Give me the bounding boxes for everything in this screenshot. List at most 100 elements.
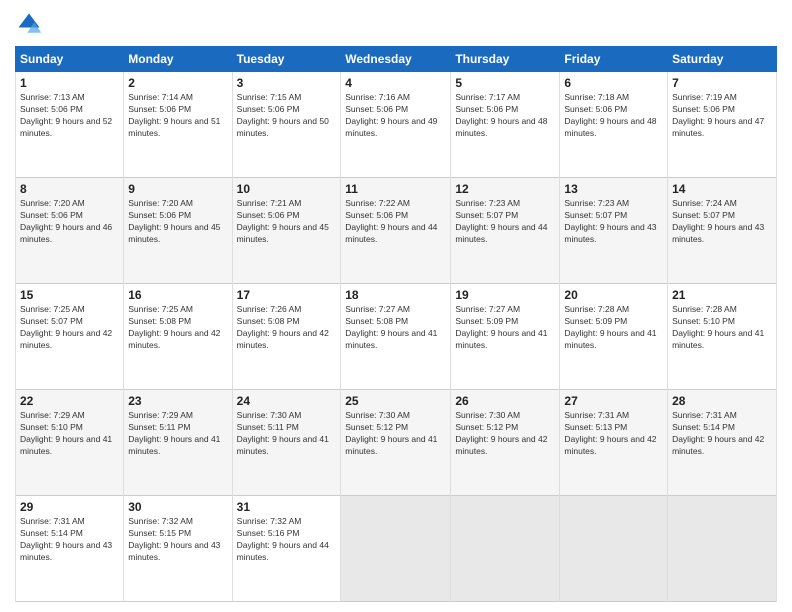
day-info: Sunrise: 7:23 AM Sunset: 5:07 PM Dayligh… xyxy=(564,198,663,246)
day-number: 12 xyxy=(455,182,555,196)
day-number: 7 xyxy=(672,76,772,90)
day-number: 20 xyxy=(564,288,663,302)
day-cell: 5 Sunrise: 7:17 AM Sunset: 5:06 PM Dayli… xyxy=(451,72,560,178)
day-cell xyxy=(668,496,777,602)
calendar: SundayMondayTuesdayWednesdayThursdayFrid… xyxy=(15,46,777,602)
logo xyxy=(15,10,47,38)
day-number: 10 xyxy=(237,182,337,196)
day-info: Sunrise: 7:28 AM Sunset: 5:10 PM Dayligh… xyxy=(672,304,772,352)
day-info: Sunrise: 7:31 AM Sunset: 5:14 PM Dayligh… xyxy=(20,516,119,564)
header-cell-sunday: Sunday xyxy=(16,47,124,72)
header-cell-friday: Friday xyxy=(560,47,668,72)
day-info: Sunrise: 7:23 AM Sunset: 5:07 PM Dayligh… xyxy=(455,198,555,246)
day-cell: 13 Sunrise: 7:23 AM Sunset: 5:07 PM Dayl… xyxy=(560,178,668,284)
week-row-3: 15 Sunrise: 7:25 AM Sunset: 5:07 PM Dayl… xyxy=(16,284,777,390)
day-info: Sunrise: 7:31 AM Sunset: 5:14 PM Dayligh… xyxy=(672,410,772,458)
day-info: Sunrise: 7:32 AM Sunset: 5:15 PM Dayligh… xyxy=(128,516,227,564)
day-info: Sunrise: 7:13 AM Sunset: 5:06 PM Dayligh… xyxy=(20,92,119,140)
day-cell: 1 Sunrise: 7:13 AM Sunset: 5:06 PM Dayli… xyxy=(16,72,124,178)
header-cell-thursday: Thursday xyxy=(451,47,560,72)
day-info: Sunrise: 7:22 AM Sunset: 5:06 PM Dayligh… xyxy=(345,198,446,246)
day-number: 23 xyxy=(128,394,227,408)
calendar-body: 1 Sunrise: 7:13 AM Sunset: 5:06 PM Dayli… xyxy=(16,72,777,602)
day-number: 1 xyxy=(20,76,119,90)
day-cell: 16 Sunrise: 7:25 AM Sunset: 5:08 PM Dayl… xyxy=(124,284,232,390)
day-cell: 24 Sunrise: 7:30 AM Sunset: 5:11 PM Dayl… xyxy=(232,390,341,496)
day-info: Sunrise: 7:25 AM Sunset: 5:08 PM Dayligh… xyxy=(128,304,227,352)
day-info: Sunrise: 7:26 AM Sunset: 5:08 PM Dayligh… xyxy=(237,304,337,352)
day-cell: 20 Sunrise: 7:28 AM Sunset: 5:09 PM Dayl… xyxy=(560,284,668,390)
day-cell xyxy=(560,496,668,602)
day-cell xyxy=(341,496,451,602)
calendar-header: SundayMondayTuesdayWednesdayThursdayFrid… xyxy=(16,47,777,72)
day-cell: 19 Sunrise: 7:27 AM Sunset: 5:09 PM Dayl… xyxy=(451,284,560,390)
day-number: 30 xyxy=(128,500,227,514)
day-number: 29 xyxy=(20,500,119,514)
day-info: Sunrise: 7:28 AM Sunset: 5:09 PM Dayligh… xyxy=(564,304,663,352)
day-cell: 8 Sunrise: 7:20 AM Sunset: 5:06 PM Dayli… xyxy=(16,178,124,284)
day-number: 15 xyxy=(20,288,119,302)
week-row-2: 8 Sunrise: 7:20 AM Sunset: 5:06 PM Dayli… xyxy=(16,178,777,284)
day-info: Sunrise: 7:30 AM Sunset: 5:11 PM Dayligh… xyxy=(237,410,337,458)
header-cell-tuesday: Tuesday xyxy=(232,47,341,72)
day-number: 11 xyxy=(345,182,446,196)
calendar-table: SundayMondayTuesdayWednesdayThursdayFrid… xyxy=(15,46,777,602)
day-cell: 4 Sunrise: 7:16 AM Sunset: 5:06 PM Dayli… xyxy=(341,72,451,178)
day-info: Sunrise: 7:19 AM Sunset: 5:06 PM Dayligh… xyxy=(672,92,772,140)
day-info: Sunrise: 7:30 AM Sunset: 5:12 PM Dayligh… xyxy=(345,410,446,458)
week-row-1: 1 Sunrise: 7:13 AM Sunset: 5:06 PM Dayli… xyxy=(16,72,777,178)
day-number: 22 xyxy=(20,394,119,408)
day-info: Sunrise: 7:30 AM Sunset: 5:12 PM Dayligh… xyxy=(455,410,555,458)
day-info: Sunrise: 7:21 AM Sunset: 5:06 PM Dayligh… xyxy=(237,198,337,246)
day-number: 21 xyxy=(672,288,772,302)
day-info: Sunrise: 7:29 AM Sunset: 5:10 PM Dayligh… xyxy=(20,410,119,458)
day-number: 27 xyxy=(564,394,663,408)
week-row-5: 29 Sunrise: 7:31 AM Sunset: 5:14 PM Dayl… xyxy=(16,496,777,602)
day-number: 13 xyxy=(564,182,663,196)
day-number: 3 xyxy=(237,76,337,90)
day-number: 31 xyxy=(237,500,337,514)
day-info: Sunrise: 7:24 AM Sunset: 5:07 PM Dayligh… xyxy=(672,198,772,246)
day-cell: 2 Sunrise: 7:14 AM Sunset: 5:06 PM Dayli… xyxy=(124,72,232,178)
day-info: Sunrise: 7:18 AM Sunset: 5:06 PM Dayligh… xyxy=(564,92,663,140)
day-number: 26 xyxy=(455,394,555,408)
day-cell: 21 Sunrise: 7:28 AM Sunset: 5:10 PM Dayl… xyxy=(668,284,777,390)
day-cell: 28 Sunrise: 7:31 AM Sunset: 5:14 PM Dayl… xyxy=(668,390,777,496)
day-cell: 29 Sunrise: 7:31 AM Sunset: 5:14 PM Dayl… xyxy=(16,496,124,602)
week-row-4: 22 Sunrise: 7:29 AM Sunset: 5:10 PM Dayl… xyxy=(16,390,777,496)
day-cell: 26 Sunrise: 7:30 AM Sunset: 5:12 PM Dayl… xyxy=(451,390,560,496)
day-number: 16 xyxy=(128,288,227,302)
day-info: Sunrise: 7:20 AM Sunset: 5:06 PM Dayligh… xyxy=(128,198,227,246)
header-cell-monday: Monday xyxy=(124,47,232,72)
day-number: 25 xyxy=(345,394,446,408)
page: SundayMondayTuesdayWednesdayThursdayFrid… xyxy=(0,0,792,612)
day-cell: 31 Sunrise: 7:32 AM Sunset: 5:16 PM Dayl… xyxy=(232,496,341,602)
day-number: 18 xyxy=(345,288,446,302)
day-info: Sunrise: 7:17 AM Sunset: 5:06 PM Dayligh… xyxy=(455,92,555,140)
day-number: 5 xyxy=(455,76,555,90)
day-info: Sunrise: 7:20 AM Sunset: 5:06 PM Dayligh… xyxy=(20,198,119,246)
day-cell: 6 Sunrise: 7:18 AM Sunset: 5:06 PM Dayli… xyxy=(560,72,668,178)
day-number: 17 xyxy=(237,288,337,302)
day-number: 28 xyxy=(672,394,772,408)
day-cell xyxy=(451,496,560,602)
day-cell: 11 Sunrise: 7:22 AM Sunset: 5:06 PM Dayl… xyxy=(341,178,451,284)
day-cell: 9 Sunrise: 7:20 AM Sunset: 5:06 PM Dayli… xyxy=(124,178,232,284)
day-number: 6 xyxy=(564,76,663,90)
day-number: 2 xyxy=(128,76,227,90)
day-cell: 30 Sunrise: 7:32 AM Sunset: 5:15 PM Dayl… xyxy=(124,496,232,602)
day-cell: 14 Sunrise: 7:24 AM Sunset: 5:07 PM Dayl… xyxy=(668,178,777,284)
logo-icon xyxy=(15,10,43,38)
day-cell: 27 Sunrise: 7:31 AM Sunset: 5:13 PM Dayl… xyxy=(560,390,668,496)
day-cell: 22 Sunrise: 7:29 AM Sunset: 5:10 PM Dayl… xyxy=(16,390,124,496)
day-info: Sunrise: 7:27 AM Sunset: 5:09 PM Dayligh… xyxy=(455,304,555,352)
day-number: 24 xyxy=(237,394,337,408)
day-info: Sunrise: 7:16 AM Sunset: 5:06 PM Dayligh… xyxy=(345,92,446,140)
day-cell: 23 Sunrise: 7:29 AM Sunset: 5:11 PM Dayl… xyxy=(124,390,232,496)
header-row: SundayMondayTuesdayWednesdayThursdayFrid… xyxy=(16,47,777,72)
day-cell: 25 Sunrise: 7:30 AM Sunset: 5:12 PM Dayl… xyxy=(341,390,451,496)
day-info: Sunrise: 7:27 AM Sunset: 5:08 PM Dayligh… xyxy=(345,304,446,352)
day-info: Sunrise: 7:25 AM Sunset: 5:07 PM Dayligh… xyxy=(20,304,119,352)
day-info: Sunrise: 7:31 AM Sunset: 5:13 PM Dayligh… xyxy=(564,410,663,458)
day-number: 14 xyxy=(672,182,772,196)
